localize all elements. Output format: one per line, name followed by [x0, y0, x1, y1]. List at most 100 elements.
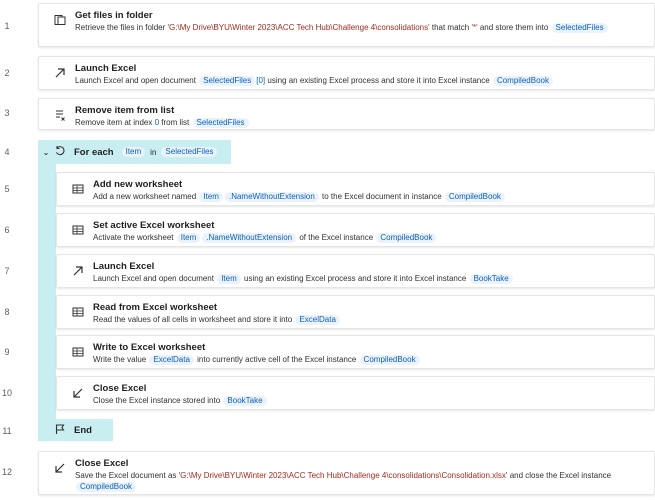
variable-chip[interactable]: CompiledBook [376, 233, 437, 243]
desc-text: Retrieve the files in folder [75, 23, 168, 32]
string-literal: 'G:\My Drive\BYU\Winter 2023\ACC Tech Hu… [167, 23, 430, 32]
desc-text: of the Excel instance [297, 233, 376, 242]
variable-chip[interactable]: Item [121, 147, 146, 157]
desc-text: Remove item at index [75, 118, 155, 127]
action-title: Set active Excel worksheet [93, 220, 215, 231]
action-title: Close Excel [93, 383, 147, 394]
action-add-new-worksheet[interactable]: Add new worksheet Add a new worksheet na… [56, 172, 655, 206]
desc-text: Add a new worksheet named [93, 192, 199, 201]
desc-text: Close the Excel instance stored into [93, 396, 223, 405]
action-title: Read from Excel worksheet [93, 302, 218, 313]
flag-icon [54, 423, 70, 438]
close-arrow-icon [54, 462, 66, 474]
desc-text: that match [429, 23, 472, 32]
list-remove-icon [54, 109, 66, 121]
close-arrow-icon [72, 387, 84, 399]
action-description: Launch Excel and open document Item usin… [93, 273, 646, 284]
action-title: Launch Excel [75, 63, 137, 74]
action-title: Add new worksheet [93, 179, 183, 190]
variable-chip[interactable]: CompiledBook [444, 192, 505, 202]
desc-text: Read the values of all cells in workshee… [93, 315, 295, 324]
variable-chip[interactable]: BookTake [469, 274, 513, 284]
desc-text: Launch Excel and open document [93, 274, 217, 283]
line-number: 11 [2, 426, 12, 436]
line-number: 4 [4, 147, 10, 157]
variable-chip[interactable]: Item [199, 192, 223, 202]
variable-chip[interactable]: CompiledBook [492, 76, 553, 86]
action-title: Launch Excel [93, 261, 155, 272]
action-description: Save the Excel document as 'G:\My Drive\… [75, 470, 646, 492]
folder-files-icon [54, 14, 66, 26]
desc-text: to the Excel document in instance [319, 192, 444, 201]
excel-sheet-icon [72, 224, 84, 236]
variable-chip[interactable]: SelectedFiles [551, 23, 608, 33]
action-description: Write the value ExcelData into currently… [93, 354, 646, 365]
desc-text: using an existing Excel process and stor… [265, 76, 492, 85]
action-description: Launch Excel and open document SelectedF… [75, 75, 646, 86]
action-remove-item-from-list[interactable]: Remove item from list Remove item at ind… [38, 98, 655, 130]
line-number: 12 [1, 467, 12, 477]
string-literal: 'G:\My Drive\BYU\Winter 2023\ACC Tech Hu… [178, 471, 508, 480]
property-chip[interactable]: .NameWithoutExtension [202, 233, 297, 243]
action-title: Get files in folder [75, 10, 153, 21]
for-each-keyword: For each [74, 146, 114, 158]
launch-arrow-icon [72, 265, 84, 277]
desc-text: and store them into [477, 23, 551, 32]
variable-chip[interactable]: BookTake [223, 396, 267, 406]
variable-chip[interactable]: CompiledBook [359, 355, 420, 365]
desc-text: Activate the worksheet [93, 233, 176, 242]
index-literal: [0] [256, 76, 266, 85]
variable-chip[interactable]: ExcelData [149, 355, 194, 365]
variable-chip[interactable]: Item [176, 233, 201, 243]
desc-text: and close the Excel instance [507, 471, 612, 480]
action-launch-excel[interactable]: Launch Excel Launch Excel and open docum… [38, 56, 655, 90]
excel-sheet-icon [72, 183, 84, 195]
variable-chip[interactable]: Item [217, 274, 241, 284]
loop-icon [54, 145, 70, 160]
line-number: 9 [4, 347, 10, 357]
line-number: 8 [4, 307, 10, 317]
desc-text: Save the Excel document as [75, 471, 179, 480]
line-number: 10 [1, 388, 12, 398]
action-set-active-worksheet[interactable]: Set active Excel worksheet Activate the … [56, 213, 655, 247]
variable-chip[interactable]: CompiledBook [76, 482, 137, 492]
action-close-excel[interactable]: Close Excel Close the Excel instance sto… [56, 376, 655, 410]
action-title: Close Excel [75, 458, 129, 469]
desc-text: using an existing Excel process and stor… [241, 274, 469, 283]
desc-text: from list [159, 118, 192, 127]
action-description: Close the Excel instance stored into Boo… [93, 395, 646, 406]
action-title: Write to Excel worksheet [93, 342, 206, 353]
action-get-files-in-folder[interactable]: Get files in folder Retrieve the files i… [38, 3, 655, 47]
line-number: 6 [4, 225, 10, 235]
variable-chip[interactable]: SelectedFiles [161, 147, 218, 157]
excel-sheet-icon [72, 306, 84, 318]
variable-chip[interactable]: SelectedFiles [199, 76, 256, 86]
action-read-from-worksheet[interactable]: Read from Excel worksheet Read the value… [56, 295, 655, 329]
line-number: 5 [4, 184, 10, 194]
action-close-excel[interactable]: Close Excel Save the Excel document as '… [38, 451, 655, 495]
line-number: 3 [4, 108, 10, 118]
launch-arrow-icon [54, 67, 66, 79]
property-chip[interactable]: .NameWithoutExtension [224, 192, 319, 202]
desc-text: Launch Excel and open document [75, 76, 199, 85]
variable-chip[interactable]: SelectedFiles [192, 118, 249, 128]
action-description: Activate the worksheet Item .NameWithoutE… [93, 232, 646, 243]
for-each-block[interactable]: ⌄ For each Item in SelectedFiles [38, 140, 231, 164]
action-description: Remove item at index 0 from list Selecte… [75, 117, 646, 128]
line-number: 7 [4, 266, 10, 276]
action-description: Read the values of all cells in workshee… [93, 314, 646, 325]
line-number: 2 [4, 68, 10, 78]
action-write-to-worksheet[interactable]: Write to Excel worksheet Write the value… [56, 335, 655, 369]
chevron-down-icon[interactable]: ⌄ [38, 148, 54, 157]
end-block[interactable]: End [38, 419, 113, 441]
end-keyword: End [74, 424, 92, 436]
desc-text: into currently active cell of the Excel … [194, 355, 359, 364]
action-launch-excel[interactable]: Launch Excel Launch Excel and open docum… [56, 254, 655, 288]
action-description: Add a new worksheet named Item .NameWitho… [93, 191, 646, 202]
loop-body-rail [38, 164, 56, 419]
action-description: Retrieve the files in folder 'G:\My Driv… [75, 22, 646, 33]
in-keyword: in [150, 147, 157, 157]
line-number: 1 [4, 21, 10, 31]
variable-chip[interactable]: ExcelData [295, 315, 340, 325]
excel-sheet-icon [72, 346, 84, 358]
